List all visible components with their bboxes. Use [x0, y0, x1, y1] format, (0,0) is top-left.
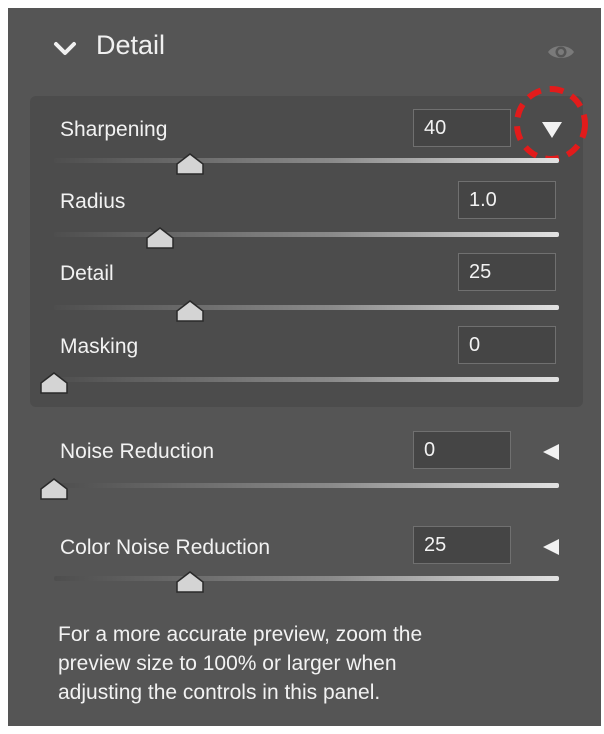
color-noise-reduction-slider-thumb[interactable]	[175, 570, 205, 594]
note-line: For a more accurate preview, zoom the	[58, 623, 423, 646]
panel-title: Detail	[96, 30, 166, 60]
detail-slider-thumb[interactable]	[175, 299, 205, 323]
color-noise-reduction-slider-track[interactable]	[54, 576, 559, 581]
preview-accuracy-note: For a more accurate preview, zoom the pr…	[58, 620, 578, 707]
sharpening-label: Sharpening	[60, 118, 168, 141]
radius-slider-track[interactable]	[54, 232, 559, 237]
noise-reduction-slider-track[interactable]	[54, 483, 559, 488]
noise-reduction-label: Noise Reduction	[60, 440, 215, 463]
triangle-left-icon[interactable]	[540, 537, 562, 557]
detail-slider-track[interactable]	[54, 305, 559, 310]
masking-label: Masking	[60, 335, 139, 358]
note-line: adjusting the controls in this panel.	[58, 681, 381, 704]
noise-reduction-value-input[interactable]: 0	[413, 431, 511, 469]
color-noise-reduction-label: Color Noise Reduction	[60, 536, 271, 559]
sharpening-slider-thumb[interactable]	[175, 152, 205, 176]
panel-header[interactable]: Detail	[8, 8, 601, 88]
triangle-left-icon[interactable]	[540, 442, 562, 462]
radius-value-input[interactable]: 1.0	[458, 181, 556, 219]
detail-panel: Detail Sharpening 40 Radius 1.0 Detail 2…	[8, 8, 601, 726]
masking-slider-track[interactable]	[54, 377, 559, 382]
color-noise-reduction-value-input[interactable]: 25	[413, 526, 511, 564]
disclosure-highlight-circle	[514, 86, 588, 162]
masking-slider-thumb[interactable]	[39, 371, 69, 395]
chevron-down-icon[interactable]	[52, 36, 78, 62]
noise-reduction-slider-thumb[interactable]	[39, 477, 69, 501]
sharpening-value-input[interactable]: 40	[413, 109, 511, 147]
masking-value-input[interactable]: 0	[458, 326, 556, 364]
radius-label: Radius	[60, 190, 126, 213]
sharpening-slider-track[interactable]	[54, 158, 559, 163]
note-line: preview size to 100% or larger when	[58, 652, 397, 675]
radius-slider-thumb[interactable]	[145, 226, 175, 250]
eye-icon[interactable]	[546, 40, 576, 64]
detail-label: Detail	[60, 262, 114, 285]
detail-value-input[interactable]: 25	[458, 253, 556, 291]
